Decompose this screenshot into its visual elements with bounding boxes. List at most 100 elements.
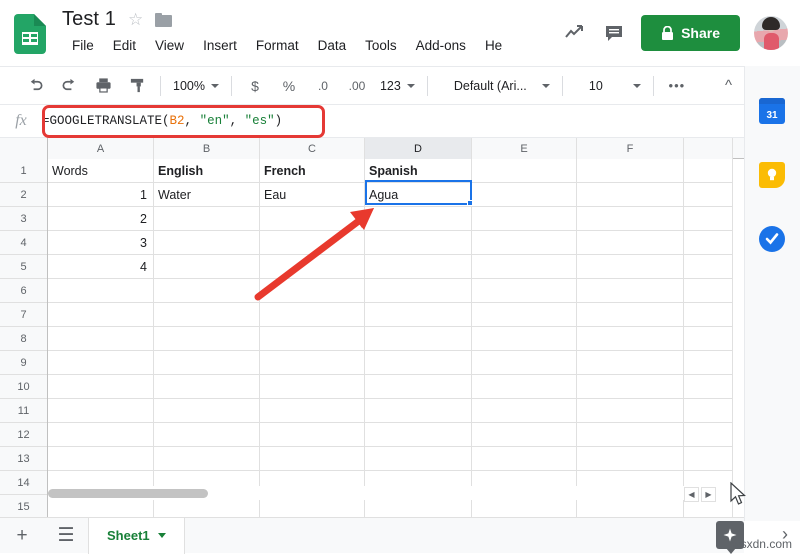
star-icon[interactable]: ☆	[128, 11, 143, 28]
row-header-12[interactable]: 12	[0, 423, 47, 447]
cell-f13[interactable]	[577, 447, 684, 471]
column-header-g[interactable]	[684, 138, 733, 159]
cell-f4[interactable]	[577, 231, 684, 255]
select-all-corner[interactable]	[0, 138, 48, 159]
scroll-right-arrow[interactable]: ▶	[701, 487, 716, 502]
row-header-2[interactable]: 2	[0, 183, 47, 207]
sheet-tab-sheet1[interactable]: Sheet1	[88, 517, 185, 554]
cell-a10[interactable]	[48, 375, 154, 399]
column-header-e[interactable]: E	[472, 138, 577, 159]
sheets-doc-icon[interactable]	[14, 14, 46, 54]
cell-c10[interactable]	[260, 375, 365, 399]
cell-b6[interactable]	[154, 279, 260, 303]
cell-g1[interactable]	[684, 159, 733, 183]
cell-d10[interactable]	[365, 375, 472, 399]
cell-a7[interactable]	[48, 303, 154, 327]
row-header-3[interactable]: 3	[0, 207, 47, 231]
cell-a3[interactable]: 2	[48, 207, 154, 231]
column-header-c[interactable]: C	[260, 138, 365, 159]
cell-g7[interactable]	[684, 303, 733, 327]
all-sheets-button[interactable]: ☰	[44, 518, 88, 554]
cell-g12[interactable]	[684, 423, 733, 447]
redo-icon[interactable]	[56, 73, 82, 99]
cell-c7[interactable]	[260, 303, 365, 327]
cell-d1[interactable]: Spanish	[365, 159, 472, 183]
row-header-5[interactable]: 5	[0, 255, 47, 279]
row-header-11[interactable]: 11	[0, 399, 47, 423]
cell-b12[interactable]	[154, 423, 260, 447]
cell-c6[interactable]	[260, 279, 365, 303]
cell-g13[interactable]	[684, 447, 733, 471]
cell-e9[interactable]	[472, 351, 577, 375]
cell-b1[interactable]: English	[154, 159, 260, 183]
cell-b5[interactable]	[154, 255, 260, 279]
cell-g11[interactable]	[684, 399, 733, 423]
cell-g8[interactable]	[684, 327, 733, 351]
menu-data[interactable]: Data	[318, 38, 347, 53]
cell-b11[interactable]	[154, 399, 260, 423]
cell-d11[interactable]	[365, 399, 472, 423]
more-options-button[interactable]: •••	[664, 73, 690, 99]
cell-d3[interactable]	[365, 207, 472, 231]
cell-d12[interactable]	[365, 423, 472, 447]
cell-e11[interactable]	[472, 399, 577, 423]
cell-g2[interactable]	[684, 183, 733, 207]
row-header-15[interactable]: 15	[0, 495, 47, 519]
cell-a12[interactable]	[48, 423, 154, 447]
row-header-6[interactable]: 6	[0, 279, 47, 303]
increase-decimal-button[interactable]: .00	[344, 73, 370, 99]
google-keep-icon[interactable]	[759, 162, 785, 188]
cell-d8[interactable]	[365, 327, 472, 351]
cell-b4[interactable]	[154, 231, 260, 255]
percent-format-button[interactable]: %	[276, 73, 302, 99]
cell-f12[interactable]	[577, 423, 684, 447]
zoom-selector[interactable]: 100%	[167, 73, 225, 99]
cell-e4[interactable]	[472, 231, 577, 255]
cell-a6[interactable]	[48, 279, 154, 303]
cell-e10[interactable]	[472, 375, 577, 399]
cell-g10[interactable]	[684, 375, 733, 399]
cell-b8[interactable]	[154, 327, 260, 351]
cell-c11[interactable]	[260, 399, 365, 423]
cell-f6[interactable]	[577, 279, 684, 303]
cell-g5[interactable]	[684, 255, 733, 279]
cell-b2[interactable]: Water	[154, 183, 260, 207]
column-header-f[interactable]: F	[577, 138, 684, 159]
menu-insert[interactable]: Insert	[203, 38, 237, 53]
cell-g4[interactable]	[684, 231, 733, 255]
cell-a4[interactable]: 3	[48, 231, 154, 255]
cell-e8[interactable]	[472, 327, 577, 351]
cell-c5[interactable]	[260, 255, 365, 279]
horizontal-scrollbar[interactable]: ◀ ▶	[48, 486, 732, 502]
cell-e12[interactable]	[472, 423, 577, 447]
cell-f7[interactable]	[577, 303, 684, 327]
cell-d6[interactable]	[365, 279, 472, 303]
cell-a2[interactable]: 1	[48, 183, 154, 207]
cell-b7[interactable]	[154, 303, 260, 327]
comment-icon[interactable]	[601, 20, 627, 46]
print-icon[interactable]	[90, 73, 116, 99]
add-sheet-button[interactable]: +	[0, 518, 44, 554]
cell-c13[interactable]	[260, 447, 365, 471]
cell-f2[interactable]	[577, 183, 684, 207]
cell-f11[interactable]	[577, 399, 684, 423]
formula-input[interactable]: =GOOGLETRANSLATE(B2, "en", "es")	[42, 114, 282, 128]
google-calendar-icon[interactable]: 31	[759, 98, 785, 124]
row-header-13[interactable]: 13	[0, 447, 47, 471]
menu-file[interactable]: File	[72, 38, 94, 53]
cell-c4[interactable]	[260, 231, 365, 255]
cell-d5[interactable]	[365, 255, 472, 279]
menu-view[interactable]: View	[155, 38, 184, 53]
cell-e3[interactable]	[472, 207, 577, 231]
cell-f5[interactable]	[577, 255, 684, 279]
cell-c12[interactable]	[260, 423, 365, 447]
cell-a1[interactable]: Words	[48, 159, 154, 183]
cell-a11[interactable]	[48, 399, 154, 423]
cell-f9[interactable]	[577, 351, 684, 375]
cell-g9[interactable]	[684, 351, 733, 375]
cell-c1[interactable]: French	[260, 159, 365, 183]
cell-f8[interactable]	[577, 327, 684, 351]
row-header-10[interactable]: 10	[0, 375, 47, 399]
cell-a13[interactable]	[48, 447, 154, 471]
cell-d9[interactable]	[365, 351, 472, 375]
